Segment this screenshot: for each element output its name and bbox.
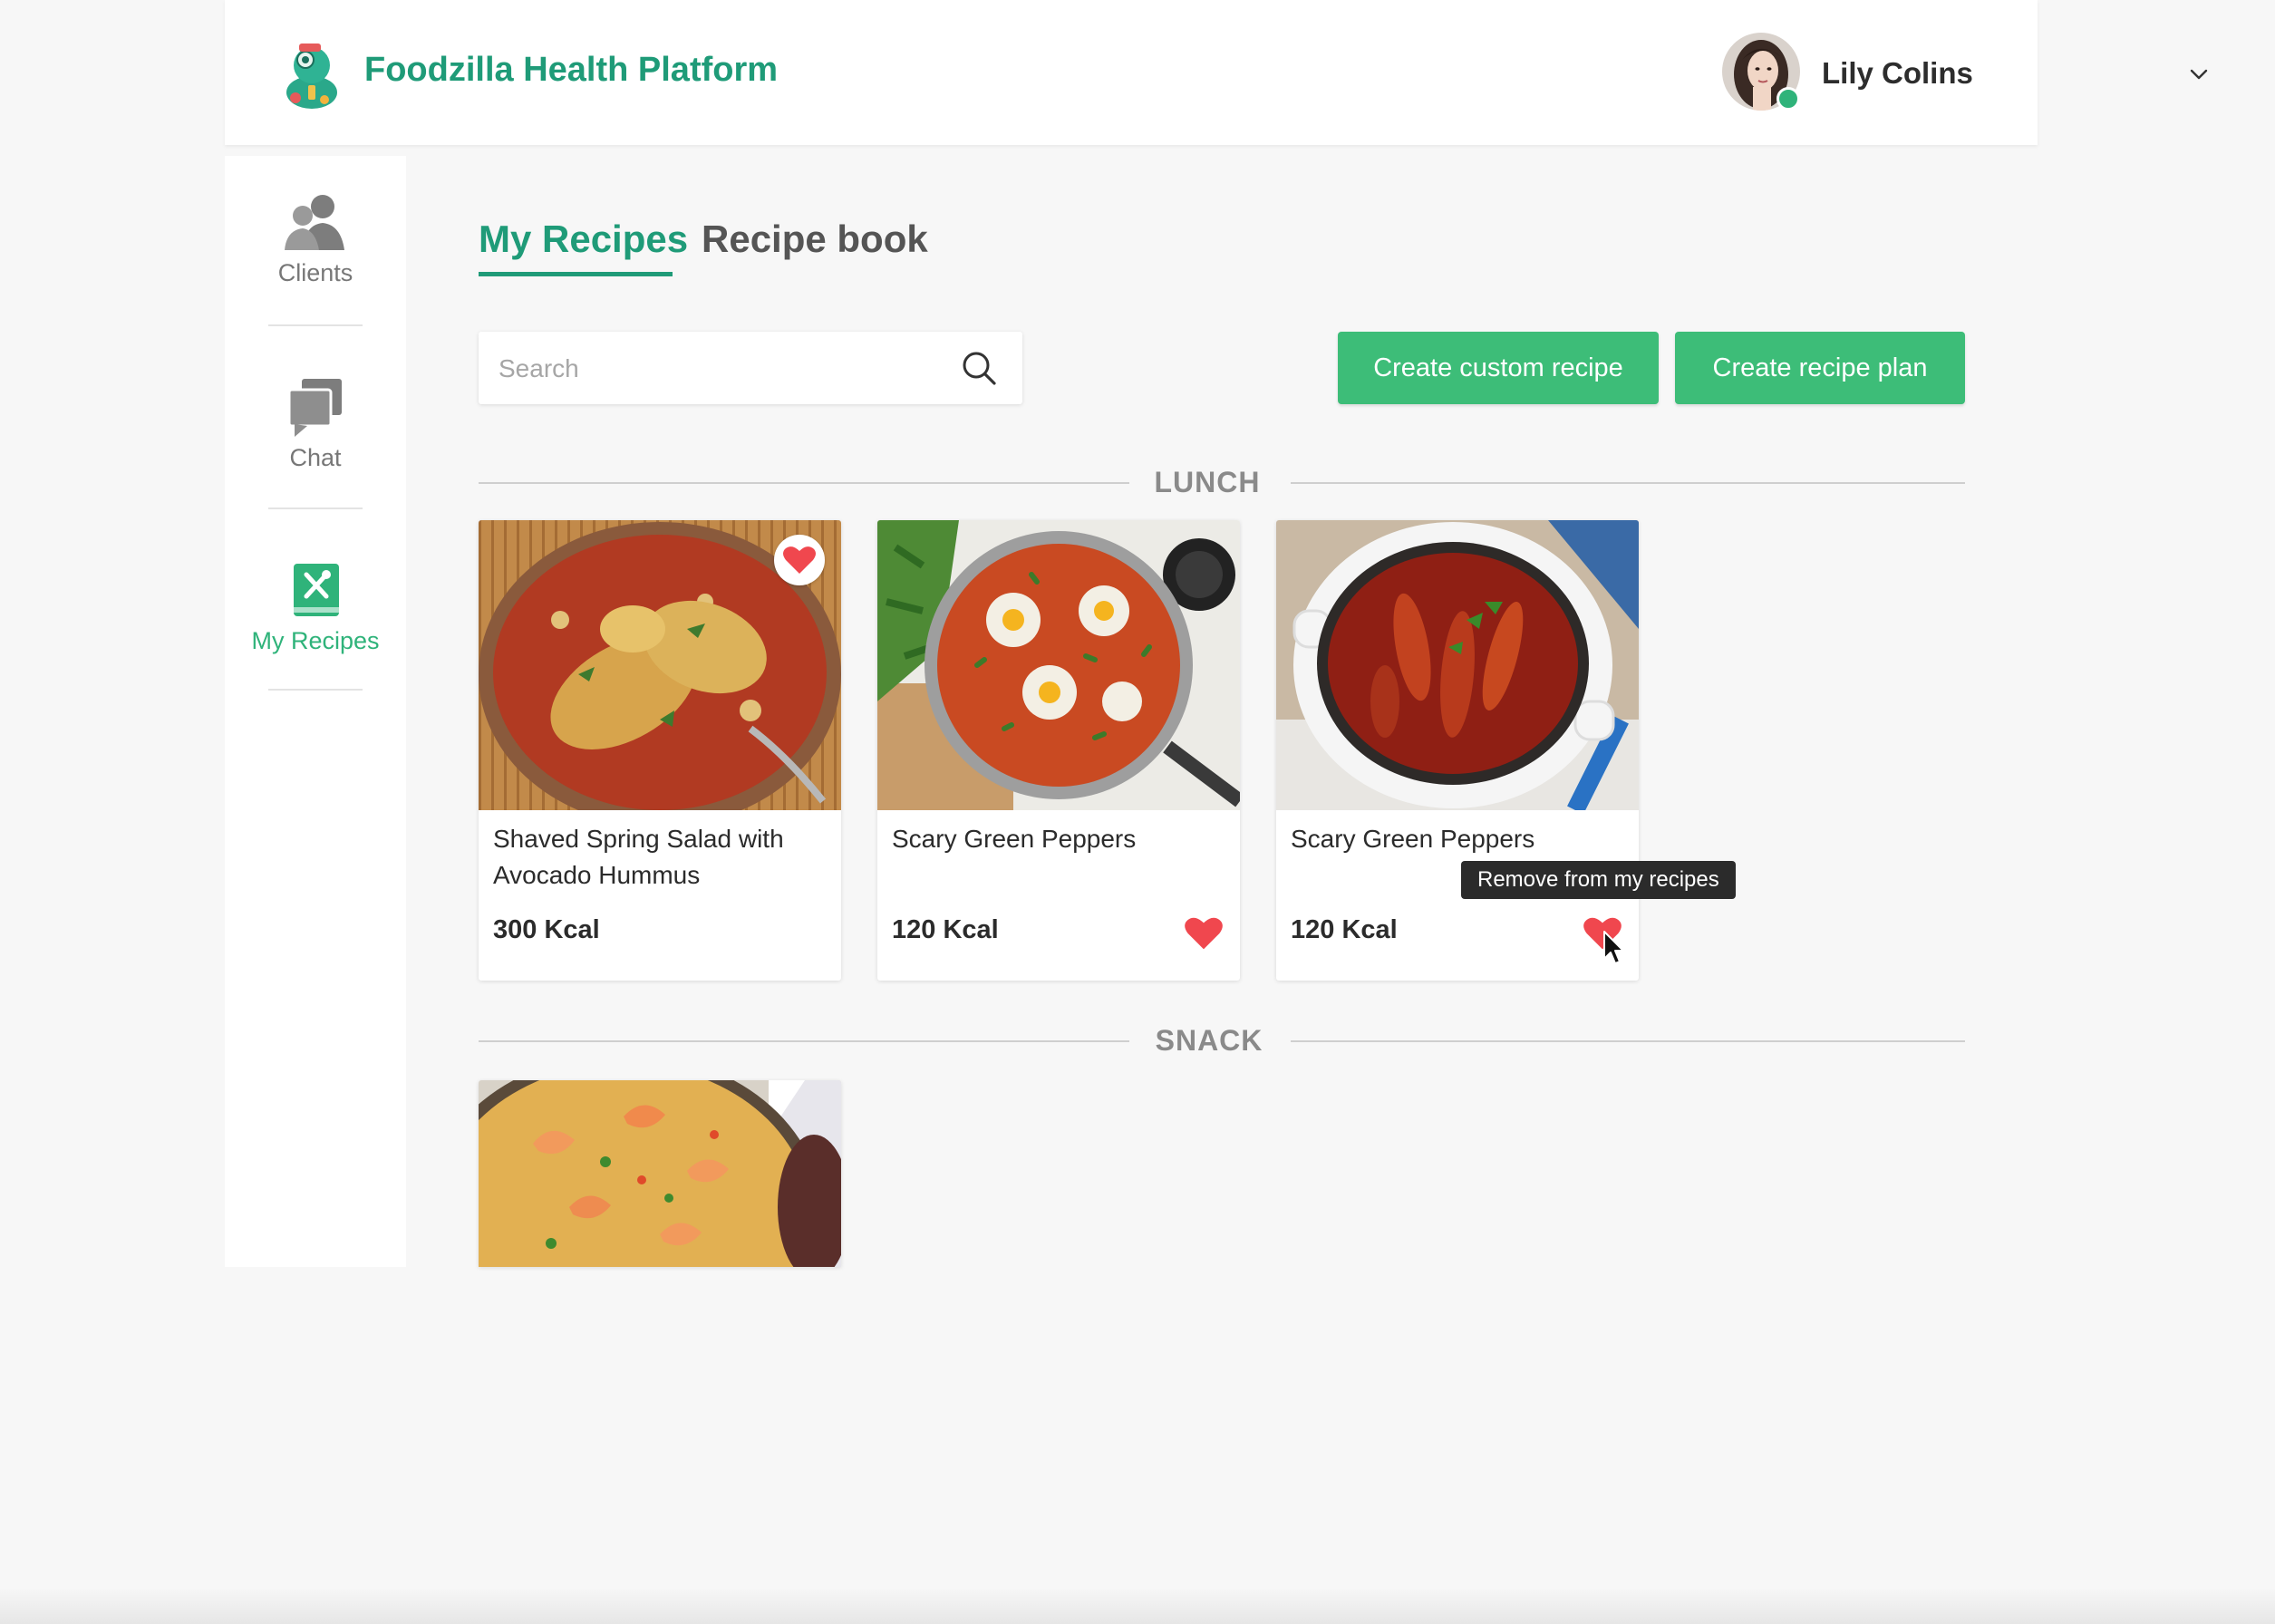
sidebar: Clients Chat My Recipes <box>225 156 406 1267</box>
foodzilla-logo-icon[interactable] <box>276 38 348 111</box>
page-bottom-edge <box>0 1588 2275 1624</box>
section-title-snack: SNACK <box>1155 1024 1263 1057</box>
sidebar-item-my-recipes[interactable]: My Recipes <box>225 558 406 655</box>
sidebar-item-label: My Recipes <box>251 627 380 654</box>
top-header: Foodzilla Health Platform Lily Colins <box>225 0 2208 145</box>
sidebar-divider <box>268 324 363 326</box>
sidebar-divider <box>268 508 363 509</box>
sidebar-item-label: Chat <box>289 444 342 471</box>
shrimp-pasta-photo <box>479 1080 841 1267</box>
recipe-title: Scary Green Peppers <box>892 825 1137 853</box>
recipe-card[interactable]: Scary Green Peppers 120 Kcal <box>1276 520 1639 981</box>
heart-icon <box>783 546 816 574</box>
chat-icon <box>287 379 342 437</box>
sidebar-item-label: Clients <box>277 259 353 286</box>
chevron-down-icon[interactable] <box>2188 63 2210 85</box>
user-name[interactable]: Lily Colins <box>1822 56 1973 91</box>
clients-icon <box>285 195 344 250</box>
section-divider-line <box>1291 1040 1965 1042</box>
mouse-cursor-icon <box>1603 931 1624 964</box>
tab-my-recipes[interactable]: My Recipes <box>479 218 688 261</box>
section-divider-line <box>1291 482 1965 484</box>
search-input[interactable] <box>497 348 935 390</box>
section-title-lunch: LUNCH <box>1154 466 1261 498</box>
recipe-title: Scary Green Peppers <box>1291 825 1535 853</box>
sidebar-item-chat[interactable]: Chat <box>225 375 406 472</box>
tooltip: Remove from my recipes <box>1461 861 1736 899</box>
shakshuka-photo <box>877 520 1240 810</box>
section-divider-line <box>479 1040 1129 1042</box>
recipes-icon <box>294 564 339 616</box>
recipe-card[interactable] <box>479 1080 841 1267</box>
search-icon[interactable] <box>959 348 999 388</box>
recipe-calories: 120 Kcal <box>892 915 999 944</box>
search-box <box>479 332 1022 404</box>
create-custom-recipe-button[interactable]: Create custom recipe <box>1338 332 1659 404</box>
create-recipe-plan-button[interactable]: Create recipe plan <box>1675 332 1965 404</box>
app-title: Foodzilla Health Platform <box>364 51 779 89</box>
recipe-calories: 300 Kcal <box>493 915 600 944</box>
online-status-indicator <box>1776 87 1800 111</box>
active-tab-indicator <box>479 272 673 276</box>
sidebar-item-clients[interactable]: Clients <box>225 190 406 287</box>
tab-recipe-book[interactable]: Recipe book <box>702 218 928 261</box>
sidebar-divider <box>268 689 363 691</box>
pepper-stew-photo <box>1276 520 1639 810</box>
heart-icon <box>1185 917 1223 950</box>
recipe-calories: 120 Kcal <box>1291 915 1398 944</box>
section-divider-line <box>479 482 1129 484</box>
favorite-toggle[interactable] <box>1184 915 1224 952</box>
recipe-card[interactable]: Shaved Spring Salad with Avocado Hummus … <box>479 520 841 981</box>
recipe-card[interactable]: Scary Green Peppers 120 Kcal <box>877 520 1240 981</box>
recipe-title: Shaved Spring Salad with Avocado Hummus <box>493 825 784 889</box>
favorite-toggle[interactable] <box>774 535 825 585</box>
